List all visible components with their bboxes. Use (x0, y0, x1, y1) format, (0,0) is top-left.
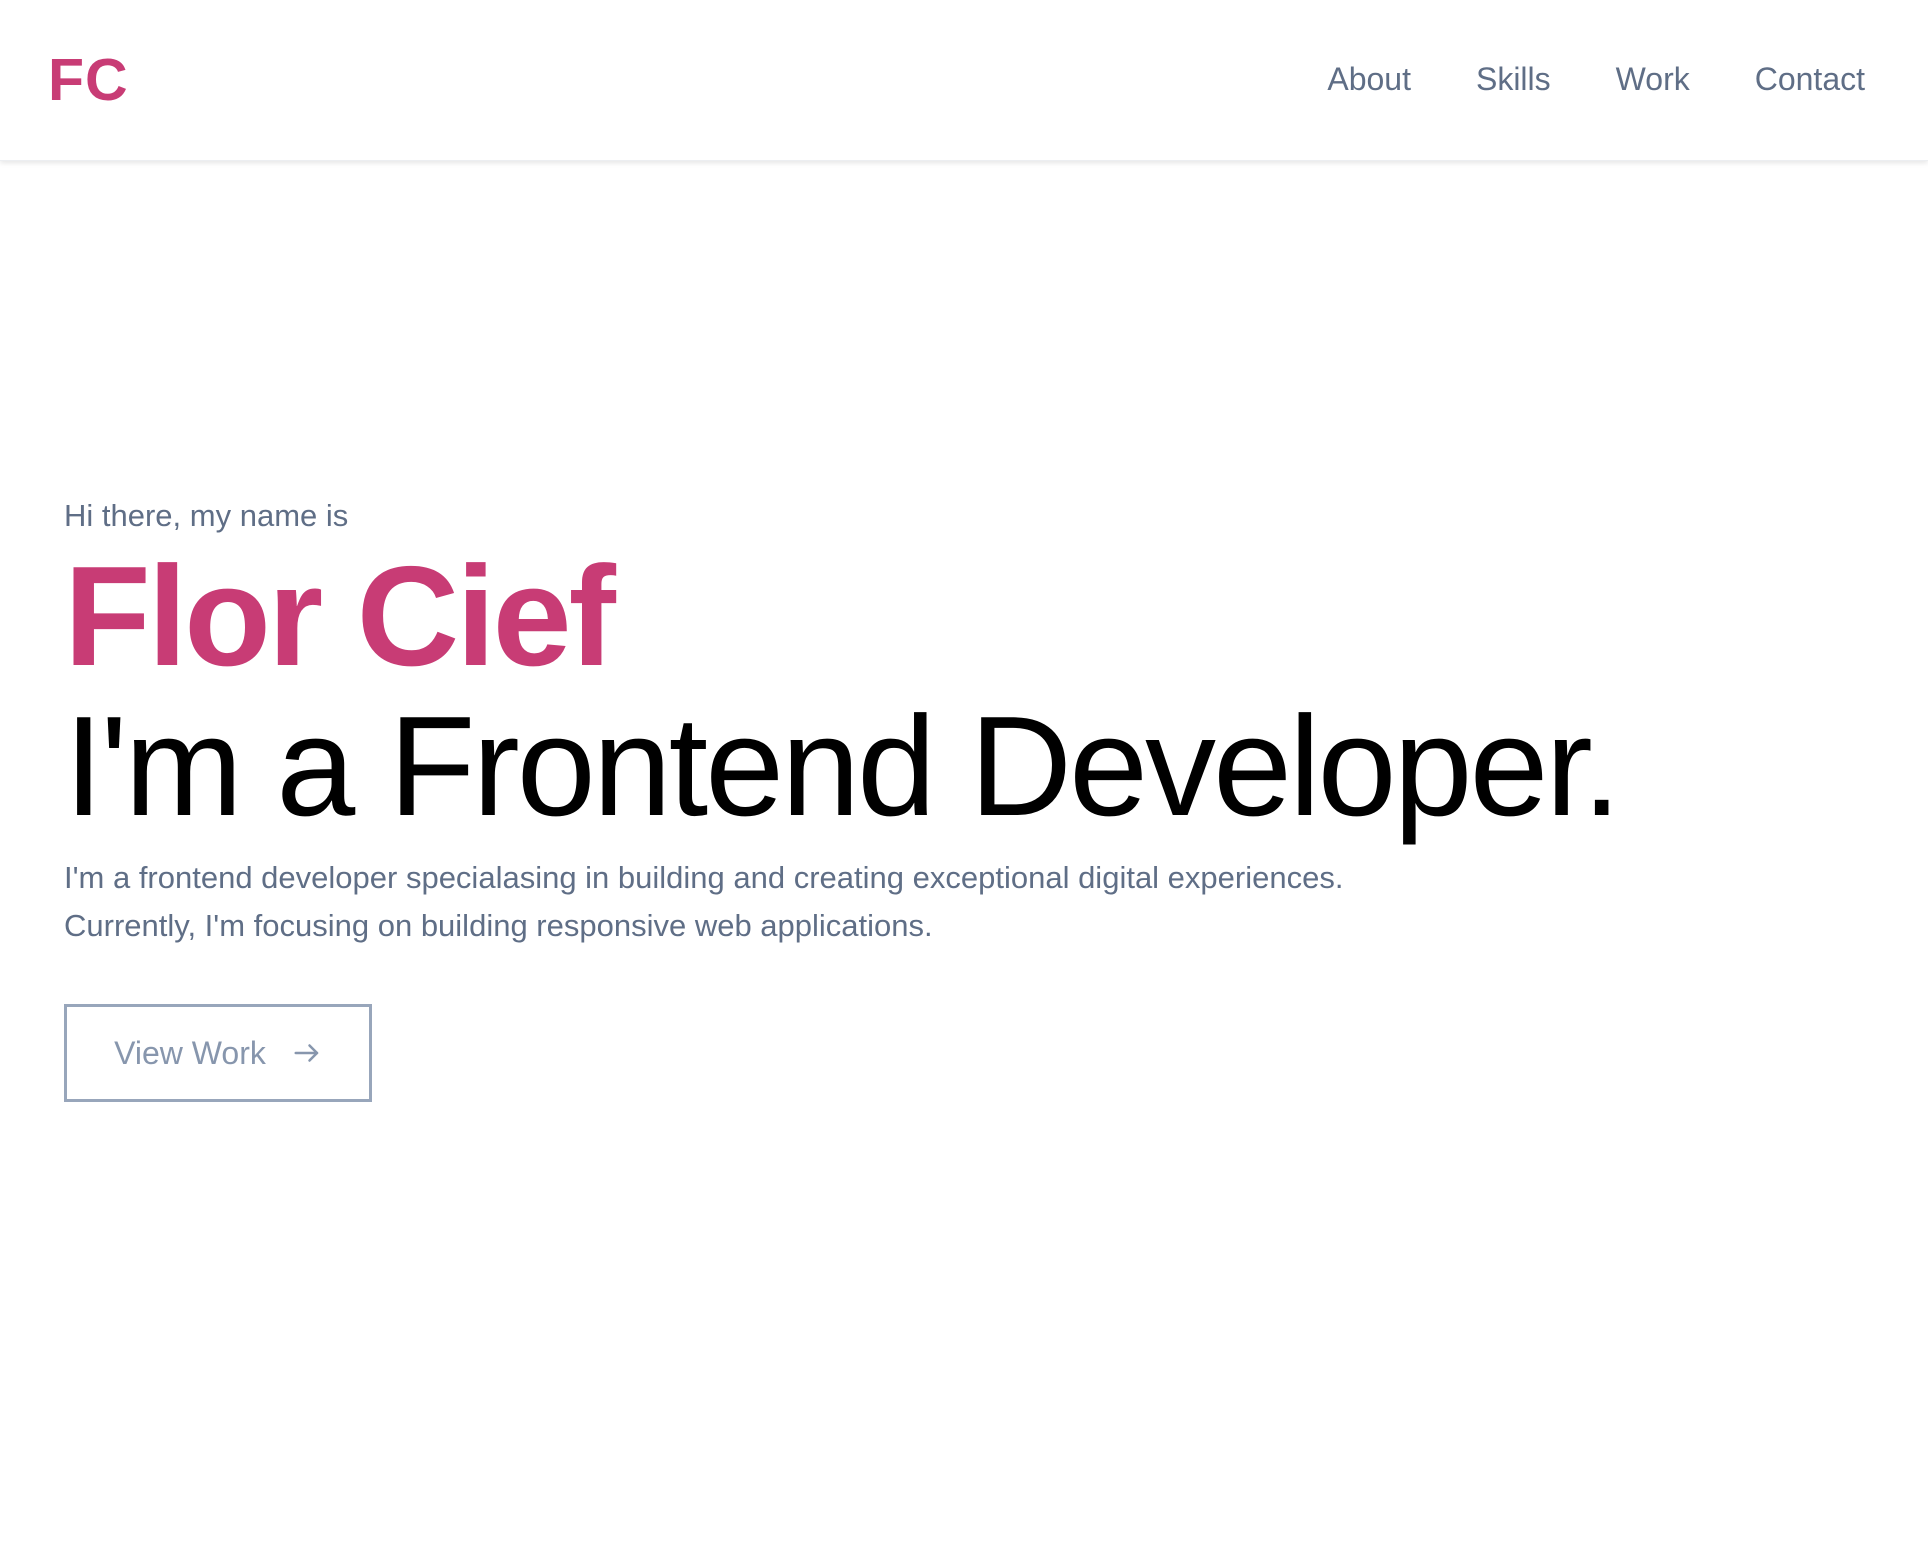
hero-description-line: Currently, I'm focusing on building resp… (64, 908, 933, 943)
view-work-label: View Work (114, 1034, 266, 1071)
main-nav: About Skills Work Contact (1262, 58, 1865, 100)
hero-name: Flor Cief (64, 537, 616, 696)
nav-link-contact[interactable]: Contact (1755, 58, 1865, 100)
nav-link-work[interactable]: Work (1616, 58, 1690, 100)
hero-section: Hi there, my name is Flor Cief I'm a Fro… (64, 490, 1764, 950)
nav-link-skills[interactable]: Skills (1476, 58, 1551, 100)
hero-role: I'm a Frontend Developer. (64, 687, 1621, 846)
hero-description: I'm a frontend developer specialasing in… (64, 854, 1764, 950)
site-header: FC About Skills Work Contact (0, 0, 1928, 161)
logo-link[interactable]: FC (48, 46, 129, 114)
arrow-right-icon (294, 1044, 319, 1062)
nav-link-about[interactable]: About (1327, 58, 1411, 100)
view-work-button[interactable]: View Work (64, 1004, 372, 1102)
hero-greeting: Hi there, my name is (64, 498, 349, 533)
hero-description-line: I'm a frontend developer specialasing in… (64, 860, 1344, 895)
